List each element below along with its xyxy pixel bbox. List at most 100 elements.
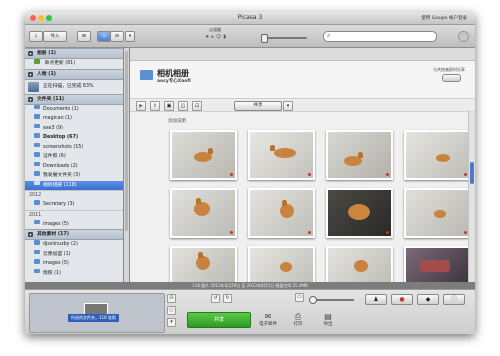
rotate-right-button[interactable]: ↻ — [223, 294, 232, 303]
photo-thumbnail[interactable] — [170, 188, 237, 238]
hold-button[interactable]: ⁂ — [167, 294, 176, 303]
collage-button[interactable]: ◫ — [178, 101, 188, 111]
places-panel-button[interactable]: ● — [391, 294, 413, 305]
search-field[interactable]: ⌕ — [323, 31, 437, 42]
collapse-arrow-icon[interactable]: ▾ — [28, 51, 33, 56]
collage-icon: ◫ — [180, 103, 186, 109]
email-button[interactable]: ✉ 电子邮件 — [253, 312, 283, 327]
folder-label: Documents (1) — [43, 106, 79, 112]
photo-subject — [196, 256, 210, 270]
share-toggle-button[interactable] — [442, 74, 461, 82]
sidebar-item-label: 单点更新 (81) — [44, 61, 76, 66]
import-menu-button[interactable]: ⇩ — [29, 31, 43, 42]
export-label: 导出 — [323, 322, 333, 327]
clear-icon: ○ — [169, 307, 174, 313]
sidebar-item-folder[interactable]: screenshots (15) — [25, 142, 123, 153]
picasa-window: Picasa 3 使用 Google 帐户登录 ⇩ 导入 ⊞ ☰ ⊟ ▾ 过滤器… — [25, 12, 475, 334]
photo-thumbnail[interactable] — [326, 130, 393, 180]
export-album-button[interactable]: ⊡ — [192, 101, 202, 111]
sidebar-item-folder[interactable]: Secretary (3) — [25, 200, 123, 210]
folder-icon — [34, 200, 40, 205]
search-input[interactable] — [334, 32, 430, 40]
photo-thumbnail[interactable] — [248, 130, 315, 180]
photo-thumbnail[interactable] — [170, 246, 237, 282]
collapse-arrow-icon[interactable]: ▾ — [28, 71, 33, 77]
photo-tray[interactable]: 所选的文件夹，118 张照 — [29, 293, 165, 333]
tag-icon: ◆ — [425, 296, 431, 303]
photo-thumbnail[interactable] — [326, 246, 393, 282]
main-scroll-thumb[interactable] — [470, 162, 474, 184]
photo-thumbnail[interactable] — [248, 188, 315, 238]
tree-view-button[interactable]: ⊟ — [110, 31, 124, 42]
date-filter-slider[interactable] — [265, 37, 307, 39]
sidebar-item-folder-selected[interactable]: 相机相册 (118) — [25, 180, 123, 190]
share-button[interactable]: 共享 — [234, 101, 282, 111]
share-dropdown-button[interactable]: ▾ — [283, 101, 293, 111]
group-albums[interactable]: ▾ 相册 (1) — [25, 48, 123, 59]
sidebar-item-folder[interactable]: 证件照 (6) — [25, 152, 123, 162]
location-pin-icon — [386, 173, 389, 176]
sidebar-scroll-thumb[interactable] — [125, 51, 128, 231]
rotate-left-button[interactable]: ↺ — [211, 294, 220, 303]
sidebar-item-folder[interactable]: Downloads (2) — [25, 161, 123, 172]
import-button[interactable]: 导入 — [43, 31, 67, 42]
signin-link[interactable]: 使用 Google 帐户登录 — [421, 15, 467, 21]
clear-tray-button[interactable]: ○ — [167, 306, 176, 315]
location-pin-icon: ● — [399, 296, 405, 303]
collapse-arrow-icon[interactable]: ▾ — [28, 96, 33, 102]
sidebar-item-folder[interactable]: djsslinuzby (2) — [25, 240, 123, 250]
year-header-2012: 2012 — [25, 190, 123, 200]
slideshow-button[interactable]: ▶ — [136, 101, 146, 111]
photo-thumbnail[interactable] — [326, 188, 393, 238]
sidebar-item-people-scan[interactable]: 正在扫描，已完成 83% — [25, 79, 123, 94]
help-button[interactable] — [458, 31, 469, 42]
movie-button[interactable]: ▣ — [164, 101, 174, 111]
tags-panel-button[interactable]: ◆ — [417, 294, 439, 305]
search-icon: ⌕ — [327, 32, 331, 39]
location-filter-icon[interactable]: ▮ — [223, 34, 228, 40]
sidebar-item-folder[interactable]: exe3 (9) — [25, 123, 123, 134]
share-button-bottom[interactable]: 共享 — [187, 312, 251, 328]
share-button-label: 共享 — [253, 103, 263, 108]
photo-thumbnail[interactable] — [248, 246, 315, 282]
sidebar-item-folder[interactable]: 我发展文件夹 (3) — [25, 171, 123, 181]
collapse-arrow-icon[interactable]: ▾ — [28, 232, 33, 237]
caption-placeholder[interactable]: 添加说明 — [168, 118, 186, 124]
add-to-button[interactable]: ▾ — [167, 318, 176, 327]
folder-label: 情照 (1) — [43, 270, 61, 276]
group-people[interactable]: ▾ 人物 (1) — [25, 68, 123, 80]
view-dropdown-button[interactable]: ▾ — [125, 31, 135, 42]
main-scrollbar[interactable] — [468, 110, 475, 282]
main-panel: 相机相册 aocy专心Xaofl 与共他者即时分享 ▶ ⇪ ▣ ◫ ⊡ 共享 ▾… — [130, 48, 475, 282]
web-upload-button[interactable]: ⇪ — [150, 101, 160, 111]
print-button[interactable]: ⎙ 打印 — [283, 312, 313, 327]
sidebar-item-folder[interactable]: Desktop (67) — [25, 133, 123, 143]
export-button[interactable]: ▤ 导出 — [313, 312, 343, 327]
people-panel-button[interactable]: ♟ — [365, 294, 387, 305]
tray-label: 所选的文件夹，118 张照 — [68, 314, 119, 322]
add-to-album-button[interactable]: ⊞ — [77, 31, 91, 42]
folder-label: 相机相册 (118) — [43, 182, 77, 188]
status-bar: 118 图片 2013年8月29日 至 2013年8月5日 磁盘空间 25.4M… — [25, 282, 475, 289]
folder-label: Secretary (3) — [43, 202, 75, 207]
sidebar-item-folder[interactable]: Documents (1) — [25, 104, 123, 115]
group-other[interactable]: ▾ 其他素材 (17) — [25, 229, 123, 240]
photo-thumbnail[interactable] — [170, 130, 237, 180]
info-panel-button[interactable]: ⓘ — [443, 294, 465, 305]
list-view-button[interactable]: ☰ — [97, 31, 111, 42]
sidebar-item-folder[interactable]: magican (1) — [25, 114, 123, 124]
group-folders[interactable]: ▾ 文件夹 (11) — [25, 93, 123, 105]
thumbnail-zoom-knob[interactable] — [309, 296, 317, 304]
folder-label: exe3 (9) — [43, 125, 63, 131]
sidebar-item-folder[interactable]: 情照 (1) — [25, 268, 123, 279]
photo-thumbnail[interactable] — [404, 130, 471, 180]
date-filter-knob[interactable] — [261, 34, 268, 43]
sidebar-item-album[interactable]: 单点更新 (81) — [25, 59, 123, 69]
photo-thumbnail[interactable] — [404, 246, 471, 282]
sidebar-item-folder[interactable]: 云像加盟 (1) — [25, 249, 123, 260]
sidebar-item-folder[interactable]: images (5) — [25, 259, 123, 269]
photo-thumbnail[interactable] — [404, 188, 471, 238]
folder-icon — [34, 114, 40, 119]
sidebar-item-folder[interactable]: images (5) — [25, 219, 123, 230]
location-pin-icon — [464, 231, 467, 234]
